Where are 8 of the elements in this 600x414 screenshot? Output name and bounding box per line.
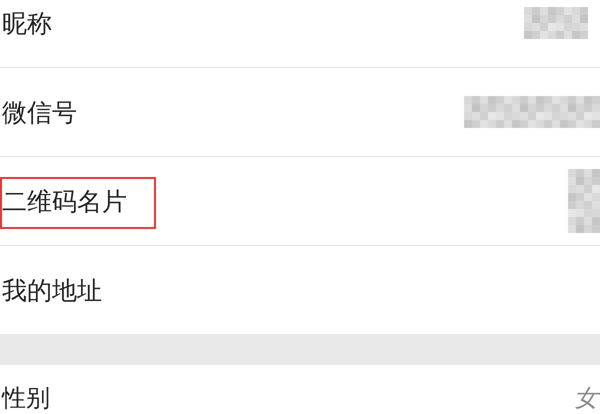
row-label: 性别	[2, 385, 50, 411]
row-label: 二维码名片	[2, 188, 127, 214]
row-label: 我的地址	[2, 278, 102, 302]
row-label: 昵称	[2, 10, 52, 36]
mosaic-drawing	[568, 169, 600, 233]
row-value: 女	[574, 385, 598, 411]
mosaic-drawing	[524, 7, 588, 39]
row-label: 微信号	[2, 100, 77, 124]
